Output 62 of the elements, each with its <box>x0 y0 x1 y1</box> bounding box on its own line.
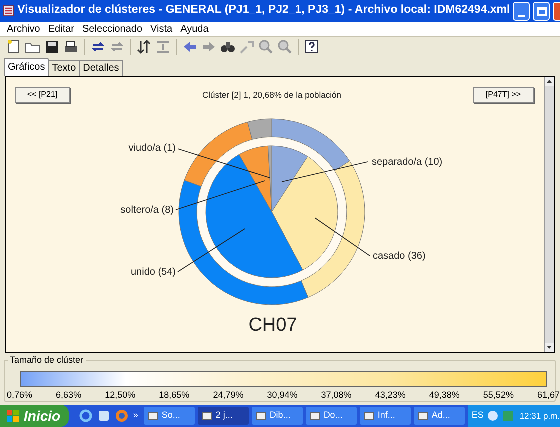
menu-item[interactable]: Seleccionado <box>82 22 143 36</box>
window-icon <box>256 410 267 422</box>
scroll-down-icon[interactable] <box>545 343 554 352</box>
window-icon <box>364 410 375 422</box>
windows-logo-icon <box>6 409 20 423</box>
taskbar-button[interactable]: So... <box>144 407 195 425</box>
scale-tick-label: 0,76% <box>7 389 33 402</box>
chart-title: Clúster [2] 1, 20,68% de la población <box>202 90 342 100</box>
tab[interactable]: Texto <box>49 60 80 76</box>
new-file-icon[interactable] <box>6 39 22 55</box>
scale-tick-label: 24,79% <box>213 389 244 402</box>
previous-button[interactable]: << [P21] <box>15 87 70 103</box>
sort-icon[interactable] <box>136 39 152 55</box>
menu-item[interactable]: Editar <box>48 22 74 36</box>
leader-line <box>178 228 246 272</box>
window-title: Visualizador de clústeres - GENERAL (PJ1_1, PJ2_1, PJ3_1) - Archivo local: IDM62494.xml <box>18 3 510 18</box>
slice-label: separado/a (10) <box>372 157 443 168</box>
close-button[interactable] <box>553 2 560 20</box>
tab[interactable]: Gráficos <box>4 58 50 76</box>
scale-tick-label: 43,23% <box>375 389 406 402</box>
window-icon <box>202 410 213 422</box>
vertical-scrollbar[interactable] <box>544 77 554 352</box>
taskbar-button[interactable]: Dib... <box>252 407 303 425</box>
maximize-button[interactable] <box>533 2 550 20</box>
left-arrow-icon[interactable] <box>182 39 198 55</box>
start-button[interactable]: Inicio <box>0 405 70 427</box>
minimize-button[interactable] <box>513 2 530 20</box>
menu-item[interactable]: Ayuda <box>180 22 209 36</box>
taskbar-button[interactable]: 2 j... <box>198 407 249 425</box>
scroll-up-icon[interactable] <box>545 77 554 86</box>
save-icon[interactable] <box>44 39 60 55</box>
scale-tick-label: 12,50% <box>105 389 136 402</box>
slice-label: viudo/a (1) <box>128 143 176 154</box>
scale-tick-label: 6,63% <box>56 389 82 402</box>
menu-item[interactable]: Vista <box>150 22 173 36</box>
slice-label: casado (36) <box>373 251 426 262</box>
help-icon[interactable] <box>304 39 320 55</box>
cluster-name: CH07 <box>248 315 298 336</box>
tab[interactable]: Detalles <box>80 60 124 76</box>
overflow-chevron[interactable]: » <box>133 409 138 422</box>
next-button[interactable]: [P47T] >> <box>473 87 534 103</box>
window-icon <box>418 410 429 422</box>
slice-label: soltero/a (8) <box>120 205 174 216</box>
slice-label: unido (54) <box>130 267 176 278</box>
scale-tick-label: 37,08% <box>321 389 352 402</box>
app-icon <box>3 4 15 18</box>
scale-tick-label: 30,94% <box>267 389 298 402</box>
window-icon <box>148 410 159 422</box>
scale-tick-label: 55,52% <box>483 389 514 402</box>
menu-item[interactable]: Archivo <box>7 22 40 36</box>
binoculars-icon[interactable] <box>220 39 236 55</box>
taskbar-button[interactable]: Ad... <box>414 407 465 425</box>
leader-line <box>314 218 370 256</box>
clock: 12:31 p.m. <box>520 410 560 422</box>
scale-tick-label: 18,65% <box>159 389 190 402</box>
scale-tick-label: 49,38% <box>429 389 460 402</box>
tray-icon[interactable] <box>486 410 499 422</box>
window-icon <box>310 410 321 422</box>
taskbar-button[interactable]: Inf... <box>360 407 411 425</box>
printer-icon[interactable] <box>63 39 79 55</box>
taskbar-button[interactable]: Do... <box>306 407 357 425</box>
scale-tick-label: 61,67 <box>537 389 560 402</box>
